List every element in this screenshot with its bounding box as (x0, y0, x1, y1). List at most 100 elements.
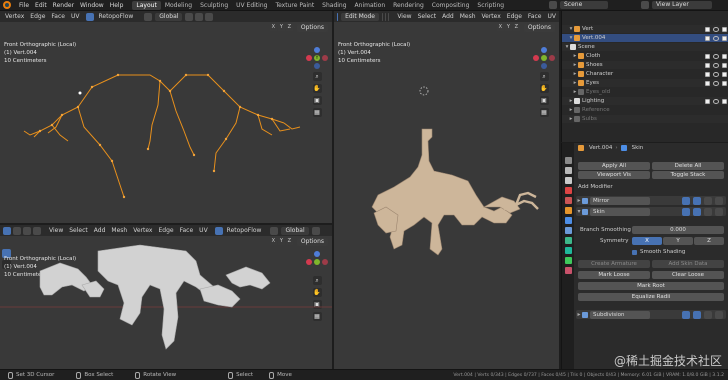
tab-modeling[interactable]: Modeling (161, 1, 196, 10)
symmetry-z-button[interactable]: Z (694, 237, 724, 245)
tab-layout[interactable]: Layout (132, 0, 161, 10)
exclude-checkbox[interactable] (705, 35, 710, 41)
editmode-toggle-icon[interactable] (682, 310, 690, 319)
blender-logo-icon[interactable] (3, 1, 11, 9)
material-tab-icon[interactable] (564, 267, 572, 274)
modifier-tab-icon[interactable] (564, 217, 572, 224)
viewport-toggle-icon[interactable] (693, 196, 701, 205)
render-icon[interactable] (722, 80, 727, 86)
eye-icon[interactable] (713, 26, 719, 32)
viewport-top-left[interactable]: Vertex Edge Face UV RetopoFlow Global X … (0, 11, 332, 223)
equalize-radii-button[interactable]: Equalize Radii (578, 293, 724, 301)
add-skin-data-button[interactable]: Add Skin Data (652, 260, 724, 268)
render-toggle-icon[interactable] (704, 196, 712, 205)
exclude-checkbox[interactable] (705, 62, 710, 68)
mark-loose-button[interactable]: Mark Loose (578, 271, 650, 279)
modifier-name-field[interactable]: Subdivision (590, 310, 650, 319)
scene-selector[interactable]: Scene (548, 1, 610, 9)
outliner-item-label[interactable]: Eyes (586, 79, 599, 87)
scene-name[interactable]: Scene (560, 1, 608, 9)
dropdown-icon[interactable] (715, 207, 723, 216)
dropdown-icon[interactable] (715, 196, 723, 205)
eye-icon[interactable] (713, 53, 719, 59)
outliner-item-label[interactable]: Shoes (586, 61, 603, 69)
editmode-toggle-icon[interactable] (682, 196, 690, 205)
outliner[interactable]: ▾ Vert ▾ Vert.004 ▾ Scene ▸ Cloth ▸ Shoe… (561, 11, 728, 142)
world-tab-icon[interactable] (564, 197, 572, 204)
outliner-item-label[interactable]: Cloth (586, 52, 600, 60)
properties-editor[interactable]: Vert.004 › Skin Apply All Delete All Vie… (561, 143, 728, 369)
smooth-shading-option[interactable]: Smooth Shading (632, 249, 685, 255)
render-toggle-icon[interactable] (704, 310, 712, 319)
render-icon[interactable] (722, 26, 727, 32)
viewport-right[interactable]: Edit Mode View Select Add Mesh Vertex Ed… (334, 11, 559, 369)
outliner-item-label[interactable]: Sulbs (582, 115, 597, 123)
exclude-checkbox[interactable] (705, 53, 710, 59)
outliner-item-label[interactable]: Lighting (582, 97, 604, 105)
tab-shading[interactable]: Shading (318, 1, 350, 10)
outliner-row[interactable]: ▸ Eyes_old (562, 88, 728, 96)
menu-edit[interactable]: Edit (32, 2, 50, 9)
output-tab-icon[interactable] (564, 177, 572, 184)
viewport-toggle-icon[interactable] (693, 310, 701, 319)
outliner-row[interactable]: ▸ Sulbs (562, 115, 728, 123)
viewport-toggle-icon[interactable] (693, 207, 701, 216)
viewport-vis-button[interactable]: Viewport Vis (578, 171, 650, 179)
exclude-checkbox[interactable] (705, 98, 710, 104)
branch-smoothing-field[interactable]: 0.000 (632, 226, 724, 234)
outliner-item-label[interactable]: Vert (582, 25, 593, 33)
outliner-row[interactable]: ▾ Vert.004 (562, 34, 728, 42)
menu-help[interactable]: Help (107, 2, 127, 9)
exclude-checkbox[interactable] (705, 80, 710, 86)
symmetry-y-button[interactable]: Y (663, 237, 693, 245)
modifier-mirror-header[interactable]: ▸ Mirror (576, 196, 726, 205)
tab-rendering[interactable]: Rendering (389, 1, 428, 10)
tab-uv-editing[interactable]: UV Editing (232, 1, 271, 10)
menu-window[interactable]: Window (77, 2, 107, 9)
eye-icon[interactable] (713, 80, 719, 86)
outliner-row[interactable]: ▸ Eyes (562, 79, 728, 87)
editmode-toggle-icon[interactable] (682, 207, 690, 216)
tab-scripting[interactable]: Scripting (473, 1, 508, 10)
eye-icon[interactable] (713, 98, 719, 104)
scene-tab-icon[interactable] (564, 187, 572, 194)
eye-icon[interactable] (713, 71, 719, 77)
clear-loose-button[interactable]: Clear Loose (652, 271, 724, 279)
add-modifier-button[interactable]: Add Modifier (578, 184, 613, 190)
render-tab-icon[interactable] (564, 167, 572, 174)
delete-all-button[interactable]: Delete All (652, 162, 724, 170)
outliner-row[interactable]: ▾ Vert (562, 25, 728, 33)
tool-tab-icon[interactable] (564, 157, 572, 164)
render-icon[interactable] (722, 35, 727, 41)
outliner-row[interactable]: ▸ Reference (562, 106, 728, 114)
outliner-row[interactable]: ▸ Lighting (562, 97, 728, 105)
tab-sculpting[interactable]: Sculpting (196, 1, 232, 10)
outliner-item-label[interactable]: Scene (578, 43, 595, 51)
modifier-name-field[interactable]: Mirror (590, 196, 650, 205)
dropdown-icon[interactable] (715, 310, 723, 319)
create-armature-button[interactable]: Create Armature (578, 260, 650, 268)
outliner-row[interactable]: ▸ Cloth (562, 52, 728, 60)
eye-icon[interactable] (713, 35, 719, 41)
outliner-item-label[interactable]: Reference (582, 106, 610, 114)
view-layer-name[interactable]: View Layer (652, 1, 712, 9)
outliner-item-label[interactable]: Eyes_old (586, 88, 610, 96)
outliner-row[interactable]: ▸ Character (562, 70, 728, 78)
mark-root-button[interactable]: Mark Root (578, 282, 724, 290)
modifier-name-field[interactable]: Skin (590, 207, 650, 216)
particles-tab-icon[interactable] (564, 227, 572, 234)
outliner-item-label[interactable]: Vert.004 (582, 34, 605, 42)
modifier-subdivision-header[interactable]: ▸ Subdivision (576, 310, 726, 319)
data-tab-icon[interactable] (564, 257, 572, 264)
exclude-checkbox[interactable] (705, 71, 710, 77)
smooth-shading-checkbox[interactable] (632, 249, 637, 255)
menu-render[interactable]: Render (50, 2, 77, 9)
tab-compositing[interactable]: Compositing (428, 1, 474, 10)
render-icon[interactable] (722, 62, 727, 68)
exclude-checkbox[interactable] (705, 26, 710, 32)
viewport-bottom-left[interactable]: View Select Add Mesh Vertex Edge Face UV… (0, 225, 332, 369)
render-icon[interactable] (722, 98, 727, 104)
apply-all-button[interactable]: Apply All (578, 162, 650, 170)
outliner-row[interactable]: ▸ Shoes (562, 61, 728, 69)
object-tab-icon[interactable] (564, 207, 572, 214)
